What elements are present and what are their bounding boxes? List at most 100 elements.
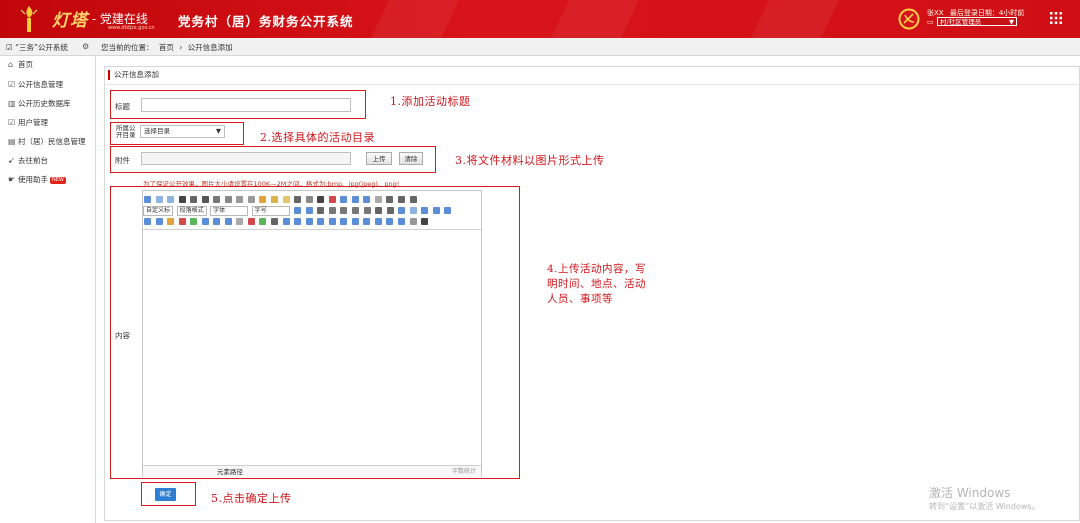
highlight-color-icon[interactable] [328, 196, 336, 203]
merge-cells-icon[interactable] [386, 218, 394, 225]
delete-table-icon[interactable] [328, 218, 336, 225]
redo-icon[interactable] [167, 196, 175, 203]
insert-row-icon[interactable] [340, 218, 348, 225]
unordered-list-icon[interactable] [351, 196, 359, 203]
align-right-icon[interactable] [351, 207, 359, 214]
category-label: 所属公 开目录 [116, 124, 136, 139]
breadcrumb-separator: › [179, 43, 183, 52]
category-select[interactable]: 选择目录 ▼ [140, 125, 225, 138]
doc-icon: ▤ [8, 137, 16, 146]
trash-icon: ▥ [8, 99, 16, 108]
sidebar-item-resident-info[interactable]: ▤ 村（居）民信息管理 [0, 133, 95, 151]
sidebar-item-home[interactable]: ⌂ 首页 [0, 56, 95, 74]
breadcrumb: 您当前的位置： 首页 › 公开信息添加 [101, 42, 236, 53]
header-decoration [371, 0, 459, 38]
confirm-button[interactable]: 确定 [155, 488, 176, 501]
map-icon[interactable] [201, 218, 209, 225]
split-cells-icon[interactable] [398, 218, 406, 225]
quote-icon[interactable] [294, 196, 302, 203]
code-icon[interactable] [224, 218, 232, 225]
select-all-icon[interactable] [363, 196, 371, 203]
link-icon[interactable] [398, 207, 406, 214]
font-size-select[interactable]: 字号 [251, 206, 290, 216]
align-left-icon[interactable] [328, 207, 336, 214]
italic-icon[interactable] [190, 196, 198, 203]
sidebar-item-user-management[interactable]: ☑ 用户管理 [0, 114, 95, 132]
preview-icon[interactable] [294, 218, 302, 225]
font-family-select[interactable]: 字体 [210, 206, 249, 216]
attachment-path-input[interactable] [141, 152, 351, 165]
format-brush-icon[interactable] [271, 196, 279, 203]
superscript-icon[interactable] [236, 196, 244, 203]
font-color-icon[interactable] [317, 196, 325, 203]
justify-icon[interactable] [363, 207, 371, 214]
delete-row-icon[interactable] [351, 218, 359, 225]
image-float-icon[interactable] [432, 207, 440, 214]
delete-col-icon[interactable] [374, 218, 382, 225]
clear-format-icon[interactable] [374, 196, 382, 203]
unlink-icon[interactable] [409, 207, 417, 214]
annotation-step3: 3.将文件材料以图片形式上传 [455, 154, 605, 167]
zoom-icon[interactable] [409, 218, 417, 225]
paragraph-format-select[interactable]: 段落格式 [176, 206, 207, 216]
sidebar-item-frontend[interactable]: ➹ 去往前台 [0, 152, 95, 170]
content-label: 内容 [115, 331, 130, 340]
row-spacing-icon[interactable] [409, 196, 417, 203]
editor-content-area[interactable] [143, 229, 481, 466]
custom-title-select[interactable]: 自定义标 [143, 206, 174, 216]
edit-icon: ☑ [8, 118, 16, 127]
title-input[interactable] [141, 98, 351, 112]
annotation-step1: 1.添加活动标题 [390, 95, 471, 108]
apps-grid-icon[interactable] [1050, 12, 1062, 24]
multi-image-icon[interactable] [155, 218, 163, 225]
ordered-list-icon[interactable] [340, 196, 348, 203]
sidebar-item-info-management[interactable]: ☑ 公开信息管理 [0, 76, 95, 94]
clear-doc-icon[interactable] [305, 196, 313, 203]
help-icon[interactable] [421, 218, 429, 225]
insert-video-icon[interactable] [167, 218, 175, 225]
paragraph-spacing-icon[interactable] [398, 196, 406, 203]
monitor-icon: ▭ [927, 18, 934, 26]
insert-table-icon[interactable] [317, 218, 325, 225]
special-char-icon[interactable] [271, 218, 279, 225]
image-block-icon[interactable] [444, 207, 452, 214]
iframe-icon[interactable] [213, 218, 221, 225]
undo-icon[interactable] [155, 196, 163, 203]
uppercase-icon[interactable] [375, 207, 383, 214]
insert-image-icon[interactable] [144, 218, 151, 225]
insert-music-icon[interactable] [178, 218, 186, 225]
indent-icon[interactable] [317, 207, 325, 214]
line-height-icon[interactable] [386, 196, 394, 203]
lowercase-icon[interactable] [386, 207, 394, 214]
sidebar: ⌂ 首页 ☑ 公开信息管理 ▥ 公开历史数据库 ☑ 用户管理 ▤ 村（居）民信息管理 ➹ 去… [0, 56, 96, 523]
sidebar-item-help[interactable]: ☛ 使用助手 NEW [0, 171, 95, 189]
clear-button[interactable]: 清除 [399, 152, 423, 165]
ltr-icon[interactable] [294, 207, 302, 214]
settings-gear-icon[interactable]: ⚙ [82, 42, 89, 51]
insert-col-icon[interactable] [363, 218, 371, 225]
underline-icon[interactable] [201, 196, 209, 203]
attachment-icon[interactable] [190, 218, 198, 225]
time-icon[interactable] [259, 218, 267, 225]
align-center-icon[interactable] [340, 207, 348, 214]
upload-button[interactable]: 上传 [366, 152, 392, 165]
anchor-icon[interactable] [421, 207, 429, 214]
auto-format-icon[interactable] [282, 196, 290, 203]
windows-activation-watermark: 激活 Windows [929, 486, 1011, 500]
frame-icon[interactable] [213, 196, 221, 203]
subscript-icon[interactable] [247, 196, 255, 203]
header-decoration [551, 0, 639, 38]
breadcrumb-home-link[interactable]: 首页 [159, 43, 174, 52]
search-replace-icon[interactable] [282, 218, 290, 225]
rtl-icon[interactable] [305, 207, 313, 214]
user-name: 张XX [927, 9, 944, 17]
eraser-icon[interactable] [259, 196, 267, 203]
role-select[interactable]: 村/社区管理员 ▼ [937, 17, 1017, 26]
horizontal-rule-icon[interactable] [236, 218, 244, 225]
print-icon[interactable] [305, 218, 313, 225]
bold-icon[interactable] [178, 196, 186, 203]
strikethrough-icon[interactable] [224, 196, 232, 203]
date-icon[interactable] [247, 218, 255, 225]
sidebar-item-history-db[interactable]: ▥ 公开历史数据库 [0, 95, 95, 113]
source-code-icon[interactable] [144, 196, 151, 203]
